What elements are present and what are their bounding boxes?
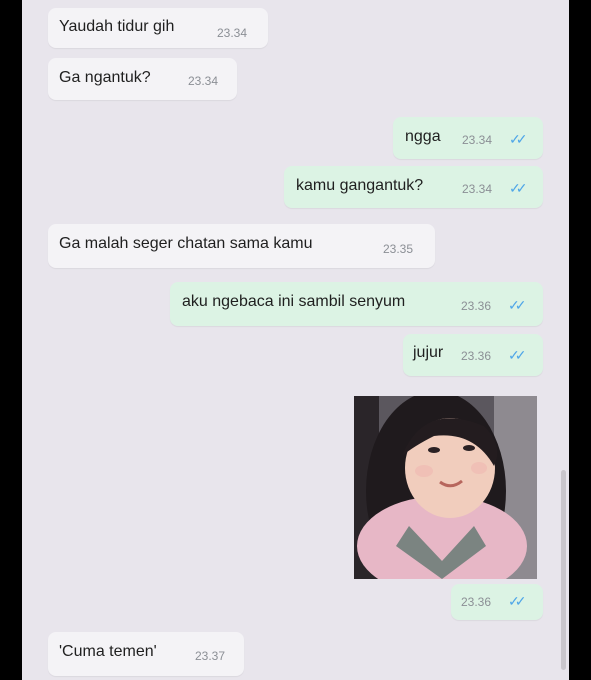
image-meta-bubble: 23.36 ✓✓	[451, 584, 543, 620]
message-time: 23.34	[188, 74, 219, 88]
message-bubble-outgoing[interactable]: jujur 23.36 ✓✓	[403, 334, 543, 376]
message-text: aku ngebaca ini sambil senyum	[182, 293, 406, 310]
scrollbar[interactable]	[561, 470, 566, 670]
message-time: 23.34	[462, 133, 493, 147]
message-text: kamu gangantuk?	[296, 177, 424, 194]
message-time: 23.37	[195, 649, 226, 663]
message-time: 23.35	[383, 242, 414, 256]
message-text: jujur	[413, 344, 444, 361]
message-time: 23.34	[217, 26, 248, 40]
message-bubble-outgoing[interactable]: kamu gangantuk? 23.34 ✓✓	[284, 166, 543, 208]
message-time: 23.36	[461, 595, 492, 609]
read-receipt-icon: ✓✓	[508, 593, 527, 609]
message-bubble-outgoing[interactable]: aku ngebaca ini sambil senyum 23.36 ✓✓	[170, 282, 543, 326]
message-text: Yaudah tidur gih	[59, 18, 175, 35]
message-text: Ga malah seger chatan sama kamu	[59, 235, 313, 252]
read-receipt-icon: ✓✓	[509, 131, 528, 147]
message-text: Ga ngantuk?	[59, 69, 151, 86]
message-bubble-incoming[interactable]: Ga ngantuk? 23.34	[48, 58, 237, 100]
message-time: 23.36	[461, 299, 492, 313]
read-receipt-icon: ✓✓	[509, 180, 528, 196]
message-bubble-incoming[interactable]: 'Cuma temen' 23.37	[48, 632, 244, 676]
message-bubble-incoming[interactable]: Yaudah tidur gih 23.34	[48, 8, 268, 48]
message-bubble-outgoing[interactable]: ngga 23.34 ✓✓	[393, 117, 543, 159]
message-text: ngga	[405, 128, 441, 145]
message-time: 23.36	[461, 349, 492, 363]
photo-girl-icon	[354, 396, 537, 579]
image-message[interactable]	[354, 396, 537, 579]
read-receipt-icon: ✓✓	[508, 347, 527, 363]
message-bubble-incoming[interactable]: Ga malah seger chatan sama kamu 23.35	[48, 224, 435, 268]
read-receipt-icon: ✓✓	[508, 297, 527, 313]
message-time: 23.34	[462, 182, 493, 196]
message-text: 'Cuma temen'	[59, 643, 157, 660]
chat-screen: Yaudah tidur gih 23.34 Ga ngantuk? 23.34…	[22, 0, 569, 680]
